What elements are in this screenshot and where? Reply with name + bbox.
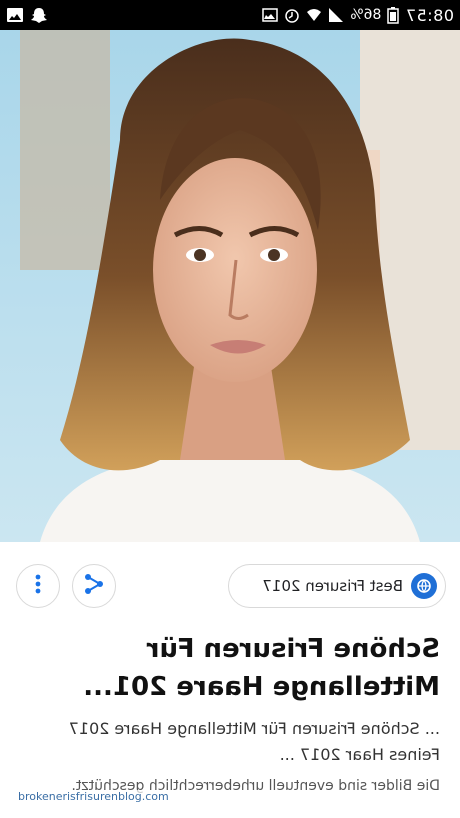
more-vert-icon — [35, 574, 41, 598]
battery-icon — [387, 6, 400, 24]
signal-icon — [328, 7, 344, 23]
alarm-icon — [284, 7, 300, 23]
battery-percent: 86% — [350, 7, 382, 23]
status-time: 08:57 — [405, 5, 454, 25]
watermark: brokenerisfrisurenblog.com — [16, 790, 171, 803]
result-description: ... Schöne Frisuren Für Mittellange Haar… — [68, 719, 440, 764]
image-icon — [6, 7, 24, 23]
screen: 08:57 86% Best Frisuren 2017 Schöne Fris… — [0, 0, 460, 818]
result-image[interactable] — [0, 30, 460, 542]
site-favicon-icon — [411, 573, 437, 599]
share-icon — [83, 573, 105, 599]
more-options-button[interactable] — [16, 564, 60, 608]
share-button[interactable] — [72, 564, 116, 608]
snapchat-ghost-icon — [30, 6, 48, 24]
result-card: Best Frisuren 2017 Schöne Frisuren Für M… — [0, 542, 460, 818]
result-title[interactable]: Schöne Frisuren Für Mittellange Haare 20… — [20, 630, 440, 706]
result-text-block[interactable]: Schöne Frisuren Für Mittellange Haare 20… — [0, 630, 460, 794]
status-bar: 08:57 86% — [0, 0, 460, 30]
photo-icon — [262, 7, 279, 23]
wifi-icon — [306, 8, 322, 22]
source-chip[interactable]: Best Frisuren 2017 — [228, 564, 446, 608]
portrait-illustration — [0, 30, 460, 542]
source-name: Best Frisuren 2017 — [262, 577, 403, 595]
